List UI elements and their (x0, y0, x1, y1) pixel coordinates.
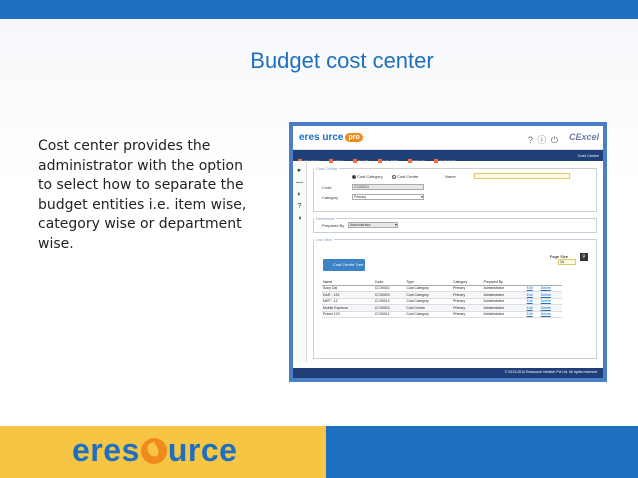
cell-type: Cost Category (405, 311, 453, 318)
list-view-fieldset: List View Cost Centre Tree Page Size 10 … (313, 237, 597, 359)
search-icon[interactable]: ⚲ (580, 253, 588, 261)
delete-link[interactable]: Delete (539, 311, 562, 318)
name-input[interactable] (474, 173, 570, 179)
footer-blue-band (326, 426, 638, 478)
toolbar-page-label: Cost Centre (577, 153, 599, 158)
help-icon[interactable]: ? (293, 203, 306, 210)
radio-cost-centre[interactable]: Cost Centre (392, 174, 418, 179)
radio-cost-category[interactable]: Cost Category (352, 174, 383, 179)
reference-fieldset: Reference Prepared By Administrator (313, 216, 597, 233)
app-window: eres urce pro ? ⓘ ⏻ CExcel SEARCH NEW SAV… (293, 126, 603, 378)
app-toolbar: SEARCH NEW SAVE DELETE PRINT EXPORT Cost… (293, 150, 603, 164)
copyright-text: © 2013-2014 Eresource Infotech Pvt Ltd. … (504, 370, 597, 374)
side-panel: ▸ — ◐ ? ◑ (293, 161, 307, 362)
app-logo: eres urce pro (299, 132, 363, 143)
name-label: Name (445, 174, 456, 179)
form-content: Cost Centre Cost Category Cost Centre Na… (313, 166, 597, 362)
code-label: Code (322, 185, 332, 190)
cost-centre-table: Name Code Type Category Prepared By Sony… (322, 279, 562, 318)
list-view-legend: List View (316, 237, 332, 242)
cell-category: Primary (452, 311, 483, 318)
slide-body-text: Cost center provides the administrator w… (38, 138, 247, 252)
reference-legend: Reference (316, 216, 335, 221)
header-icons[interactable]: ? ⓘ ⏻ (528, 133, 559, 146)
category-select[interactable]: Primary (352, 194, 424, 200)
cost-centre-fieldset: Cost Centre Cost Category Cost Centre Na… (313, 166, 597, 212)
leaf-o-icon (140, 438, 167, 464)
cost-centre-legend: Cost Centre (316, 166, 338, 171)
code-field: CC00010 (352, 184, 424, 190)
app-screenshot: eres urce pro ? ⓘ ⏻ CExcel SEARCH NEW SAV… (289, 122, 607, 382)
top-bar (0, 0, 638, 19)
settings-icon[interactable]: ◑ (293, 215, 306, 222)
edit-link[interactable]: Edit (525, 311, 540, 318)
page-size-input[interactable]: 10 (558, 259, 576, 265)
cost-centre-tree-button[interactable]: Cost Centre Tree (323, 259, 365, 271)
app-header: eres urce pro ? ⓘ ⏻ CExcel (293, 126, 603, 150)
category-label: Category (322, 195, 339, 200)
prepared-by-label: Prepared By (322, 223, 345, 228)
play-icon[interactable]: ▸ (293, 166, 306, 174)
clock-icon[interactable]: ◐ (293, 191, 306, 198)
eresource-logo: eres urce (72, 432, 238, 468)
app-footer: © 2013-2014 Eresource Infotech Pvt Ltd. … (293, 368, 603, 378)
divider-icon: — (296, 179, 303, 186)
brand-logo: CExcel (568, 132, 599, 142)
cell-code: CC00012 (373, 311, 406, 318)
prepared-by-select[interactable]: Administrator (348, 222, 398, 228)
slide-title: Budget cost center (250, 48, 434, 73)
table-row: Pravin 123 CC00012 Cost Category Primary… (322, 311, 562, 318)
cell-name: Pravin 123 (322, 311, 374, 318)
cell-prepared-by: Administrator (482, 311, 526, 318)
